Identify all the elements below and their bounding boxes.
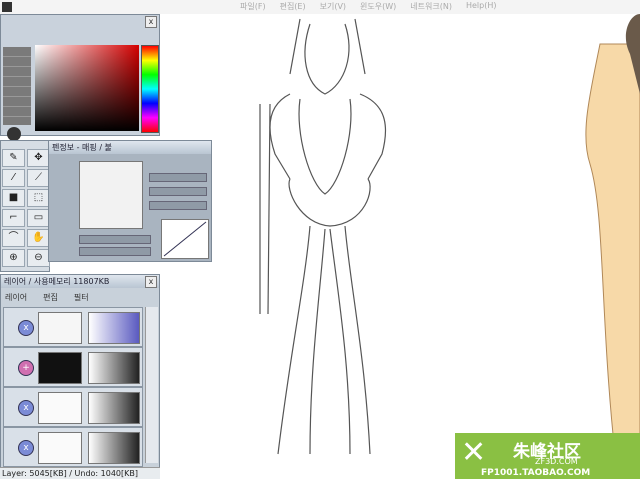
layer-thumbnail [38, 352, 82, 384]
brush-preview [79, 161, 143, 229]
current-color-dot[interactable] [7, 127, 21, 141]
layer-visibility-icon[interactable]: + [18, 360, 34, 376]
layer-visibility-icon[interactable]: x [18, 400, 34, 416]
layer-panel-title: 레이어 / 사용메모리 11807KB [1, 275, 159, 288]
menu-edit[interactable]: 편집(E) [280, 1, 306, 12]
color-swatches[interactable] [3, 47, 31, 125]
layer-mask-thumbnail [88, 392, 140, 424]
eyedropper-tool-icon[interactable]: ⁄ [2, 169, 25, 187]
tab-filter[interactable]: 필터 [74, 292, 89, 303]
brush-panel-title: 펜정보 - 매핑 / 불 [49, 141, 211, 154]
brush-opacity-slider[interactable] [149, 187, 207, 196]
move-tool-icon[interactable]: ✥ [27, 149, 50, 167]
eraser-tool-icon[interactable]: ▭ [27, 209, 50, 227]
watermark-x-logo-icon: ✕ [461, 435, 487, 470]
brush-settings-panel: 펜정보 - 매핑 / 불 [48, 140, 212, 262]
saturation-value-picker[interactable] [35, 45, 139, 131]
tab-edit[interactable]: 편집 [43, 292, 58, 303]
pressure-curve[interactable] [161, 219, 209, 259]
layer-visibility-icon[interactable]: x [18, 440, 34, 456]
menu-view[interactable]: 보기(V) [320, 1, 346, 12]
brush-pressure-slider[interactable] [79, 247, 151, 256]
layer-panel: 레이어 / 사용메모리 11807KB x 레이어 편집 필터 x + x x [0, 274, 160, 479]
sketch-figures [259, 14, 640, 455]
brush-density-slider[interactable] [149, 201, 207, 210]
menu-file[interactable]: 파일(F) [240, 1, 266, 12]
menu-window[interactable]: 윈도우(W) [360, 1, 396, 12]
layer-mask-thumbnail [88, 312, 140, 344]
layer-thumbnail [38, 392, 82, 424]
menu-items: 파일(F) 편집(E) 보기(V) 윈도우(W) 네트워크(N) Help(H) [240, 1, 496, 12]
layer-menu-tabs: 레이어 편집 필터 [5, 292, 89, 303]
status-bar: Layer: 5045[KB] / Undo: 1040[KB] [0, 467, 160, 479]
brush-size-slider[interactable] [149, 173, 207, 182]
tool-grid: ✎ ✥ ⁄ ⟋ ■ ⬚ ⌐ ▭ ⌒ ✋ ⊕ ⊖ [2, 149, 50, 267]
pencil-tool-icon[interactable]: ✎ [2, 149, 25, 167]
layer-mask-thumbnail [88, 352, 140, 384]
layer-row[interactable]: + [3, 347, 143, 387]
color-picker-panel: x [0, 14, 160, 141]
watermark-url: FP1001.TAOBAO.COM [481, 468, 591, 478]
select-tool-icon[interactable]: ⬚ [27, 189, 50, 207]
layer-row[interactable]: x [3, 307, 143, 347]
layer-thumbnail [38, 432, 82, 464]
close-icon[interactable]: x [145, 16, 157, 28]
layer-thumbnail [38, 312, 82, 344]
brush-tool-icon[interactable]: ⌐ [2, 209, 25, 227]
fill-tool-icon[interactable]: ■ [2, 189, 25, 207]
curve-tool-icon[interactable]: ⌒ [2, 229, 25, 247]
layer-scrollbar[interactable] [145, 307, 158, 463]
hue-slider[interactable] [141, 45, 159, 133]
menu-bar: 파일(F) 편집(E) 보기(V) 윈도우(W) 네트워크(N) Help(H) [0, 0, 640, 15]
layer-mask-thumbnail [88, 432, 140, 464]
menu-help[interactable]: Help(H) [466, 1, 497, 12]
tool-panel: ✎ ✥ ⁄ ⟋ ■ ⬚ ⌐ ▭ ⌒ ✋ ⊕ ⊖ [0, 140, 50, 272]
pressure-curve-line [163, 221, 207, 257]
drawing-canvas[interactable] [160, 14, 640, 479]
layer-visibility-icon[interactable]: x [18, 320, 34, 336]
zoom-out-icon[interactable]: ⊖ [27, 249, 50, 267]
watermark: ✕ 朱峰社区 ZF3D.COM FP1001.TAOBAO.COM [455, 433, 640, 479]
watermark-site: ZF3D.COM [535, 457, 578, 466]
app-icon [2, 2, 12, 12]
layer-row[interactable]: x [3, 427, 143, 467]
layer-close-icon[interactable]: x [145, 276, 157, 288]
zoom-in-icon[interactable]: ⊕ [2, 249, 25, 267]
hand-tool-icon[interactable]: ✋ [27, 229, 50, 247]
line-tool-icon[interactable]: ⟋ [27, 169, 50, 187]
tab-layer[interactable]: 레이어 [5, 292, 27, 303]
menu-network[interactable]: 네트워크(N) [410, 1, 452, 12]
brush-blend-slider[interactable] [79, 235, 151, 244]
layer-row[interactable]: x [3, 387, 143, 427]
